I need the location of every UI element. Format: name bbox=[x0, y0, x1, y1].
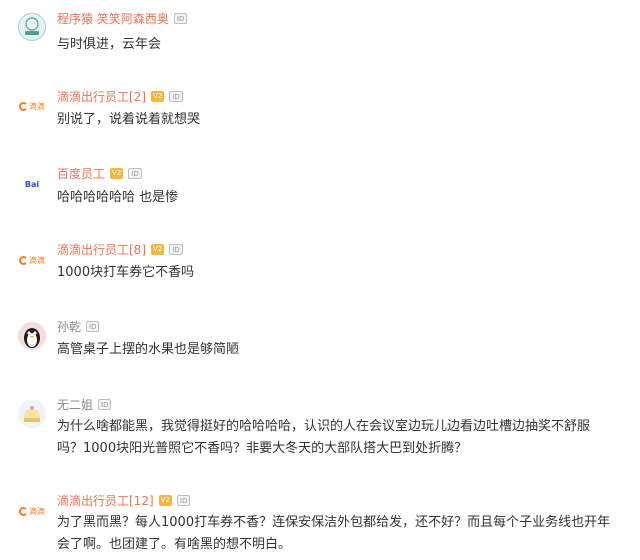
didi-logo-icon: 滴滴 bbox=[19, 101, 45, 112]
avatar[interactable]: Bai bbox=[18, 170, 46, 198]
username[interactable]: 无二姐 bbox=[57, 396, 93, 413]
id-badge: ID bbox=[169, 243, 183, 255]
username[interactable]: 孙乾 bbox=[57, 318, 81, 335]
avatar[interactable] bbox=[18, 400, 46, 428]
comment-text: 哈哈哈哈哈哈 也是惨 bbox=[57, 190, 179, 205]
comment-text: 为什么啥都能黑，我觉得挺好的哈哈哈哈，认识的人在会议室边玩儿边看边吐槽边抽奖不舒… bbox=[57, 419, 591, 434]
comment-text: 与时俱进，云年会 bbox=[57, 37, 162, 52]
id-badge: ID bbox=[98, 398, 112, 410]
id-badge: ID bbox=[173, 12, 188, 24]
vip-badge: V2 bbox=[151, 90, 165, 102]
didi-logo-icon: 滴滴 bbox=[19, 506, 45, 517]
id-badge: ID bbox=[169, 90, 183, 102]
username[interactable]: 百度员工 bbox=[57, 165, 105, 182]
comment-text: 别说了，说着说着就想哭 bbox=[57, 112, 201, 127]
avatar[interactable] bbox=[18, 13, 46, 41]
id-badge: ID bbox=[128, 167, 142, 179]
vip-badge: V2 bbox=[110, 167, 124, 179]
id-badge: ID bbox=[86, 320, 100, 332]
comment-text-line-2: 吗？1000块阳光普照它不香吗？非要大冬天的大部队搭大巴到处折腾？ bbox=[57, 441, 468, 456]
vip-badge: V2 bbox=[158, 494, 172, 506]
comment-text: 1000块打车券它不香吗 bbox=[57, 265, 195, 280]
id-badge: ID bbox=[176, 494, 191, 506]
cake-icon bbox=[18, 400, 46, 428]
comment-text-line-2: 会了啊。也团建了。有啥黑的想不明白。 bbox=[57, 537, 292, 552]
username[interactable]: 滴滴出行员工[12] bbox=[57, 492, 154, 509]
baidu-logo-icon: Bai bbox=[24, 179, 40, 189]
comment-text: 为了黑而黑？每人1000打车券不香？连保安保洁外包都给发，还不好？而且每个子业务… bbox=[57, 515, 611, 530]
username[interactable]: 滴滴出行员工[8] bbox=[57, 241, 146, 258]
vip-badge: V2 bbox=[151, 243, 165, 255]
avatar[interactable]: 滴滴 bbox=[18, 92, 46, 120]
avatar[interactable]: 滴滴 bbox=[18, 246, 46, 274]
avatar[interactable]: 滴滴 bbox=[18, 497, 46, 525]
penguin-icon bbox=[18, 322, 46, 350]
avatar[interactable] bbox=[18, 322, 46, 350]
robot-icon bbox=[25, 17, 39, 35]
username[interactable]: 程序猿 笑笑阿森西奥 bbox=[57, 10, 169, 27]
didi-logo-icon: 滴滴 bbox=[19, 255, 45, 266]
comment-text: 高管桌子上摆的水果也是够简陋 bbox=[57, 342, 240, 357]
username[interactable]: 滴滴出行员工[2] bbox=[57, 88, 146, 105]
